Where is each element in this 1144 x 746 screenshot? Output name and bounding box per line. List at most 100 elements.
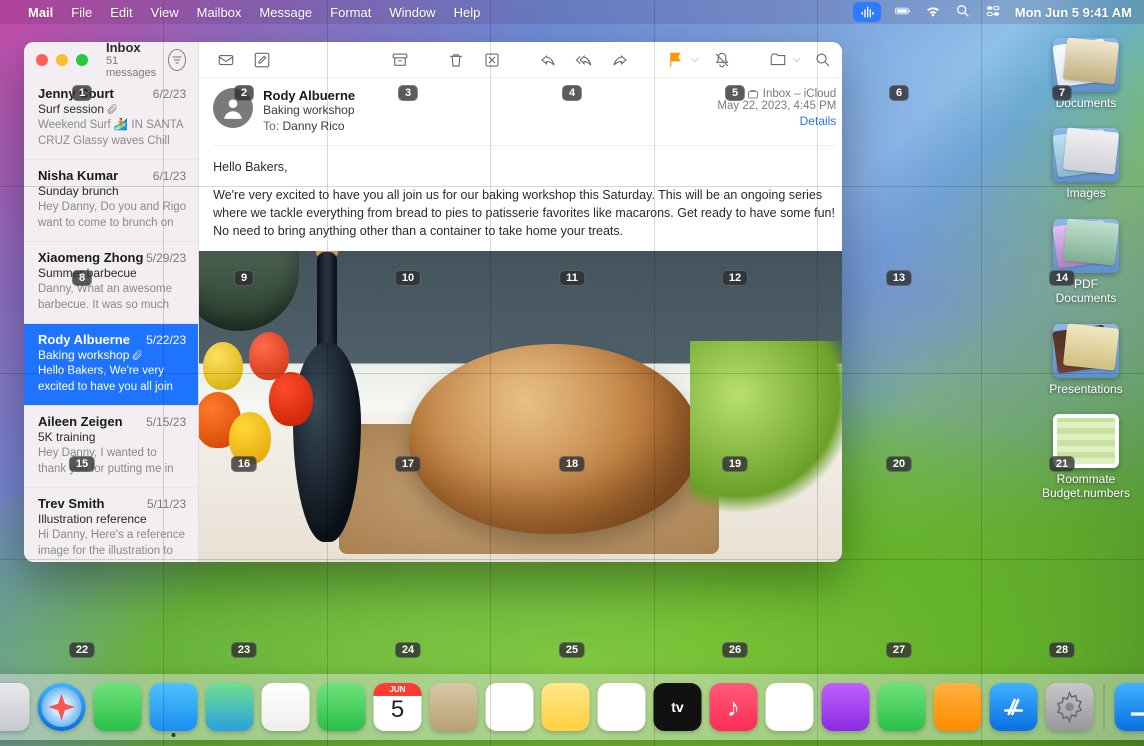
msg-date: 5/11/23 xyxy=(147,497,186,511)
window-close-button[interactable] xyxy=(36,54,48,66)
dock-contacts[interactable] xyxy=(430,683,478,731)
mailbox-title: Inbox xyxy=(106,42,160,55)
menu-window[interactable]: Window xyxy=(389,5,435,20)
attachment-icon xyxy=(131,349,143,361)
move-menu-chevron[interactable]: ⌵ xyxy=(793,54,801,65)
desktop-folder-documents[interactable]: Documents xyxy=(1042,38,1130,110)
dock-freeform[interactable] xyxy=(598,683,646,731)
mail-window: Inbox 51 messages Jenny Court6/2/23 Surf… xyxy=(24,42,842,562)
msg-subject: Baking workshop xyxy=(38,348,186,362)
menubar: Mail File Edit View Mailbox Message Form… xyxy=(0,0,1144,24)
app-menu[interactable]: Mail xyxy=(28,5,53,20)
reply-all-button[interactable] xyxy=(567,47,601,73)
msg-from: Rody Albuerne xyxy=(38,332,130,347)
desktop-file-budget[interactable]: Roommate Budget.numbers xyxy=(1042,414,1130,501)
flag-button[interactable] xyxy=(659,47,693,73)
dock-news[interactable] xyxy=(766,683,814,731)
delete-button[interactable] xyxy=(439,47,473,73)
body-text: We're very excited to have you all join … xyxy=(213,186,836,240)
msg-from: Trev Smith xyxy=(38,496,104,511)
move-button[interactable] xyxy=(761,47,795,73)
msg-from: Xiaomeng Zhong xyxy=(38,250,143,265)
message-attachment-image xyxy=(199,251,842,563)
msg-date: 5/15/23 xyxy=(146,415,186,429)
menubar-clock[interactable]: Mon Jun 5 9:41 AM xyxy=(1015,5,1132,20)
mute-button[interactable] xyxy=(705,47,739,73)
dock-maps[interactable] xyxy=(206,683,254,731)
dock-messages[interactable] xyxy=(94,683,142,731)
dock-tv[interactable]: tv xyxy=(654,683,702,731)
message-item[interactable]: Rody Albuerne 5/22/23 Baking workshop Hel… xyxy=(24,324,198,406)
mail-toolbar: ⌵ ⌵ xyxy=(199,42,842,78)
menu-help[interactable]: Help xyxy=(454,5,481,20)
msg-preview: Weekend Surf 🏄 IN SANTA CRUZ Glassy wave… xyxy=(38,118,186,149)
menu-file[interactable]: File xyxy=(71,5,92,20)
message-list[interactable]: Jenny Court6/2/23 Surf session Weekend S… xyxy=(24,78,198,562)
menu-view[interactable]: View xyxy=(151,5,179,20)
message-item[interactable]: Aileen Zeigen5/15/23 5K training Hey Dan… xyxy=(24,406,198,488)
mail-content: ⌵ ⌵ Rody Albuerne Baking workshop To: Da… xyxy=(199,42,842,562)
get-mail-button[interactable] xyxy=(209,47,243,73)
forward-button[interactable] xyxy=(603,47,637,73)
dock-facetime[interactable] xyxy=(318,683,366,731)
dock-pages[interactable] xyxy=(934,683,982,731)
compose-button[interactable] xyxy=(245,47,279,73)
desktop-folder-pdf[interactable]: PDF Documents xyxy=(1042,219,1130,306)
flag-menu-chevron[interactable]: ⌵ xyxy=(691,54,699,65)
voice-control-icon[interactable] xyxy=(853,2,881,22)
dock-music[interactable]: ♪ xyxy=(710,683,758,731)
msg-date: 6/1/23 xyxy=(153,169,186,183)
battery-icon[interactable] xyxy=(895,3,911,22)
msg-preview: Hey Danny, I wanted to thank you for put… xyxy=(38,446,186,477)
archive-button[interactable] xyxy=(383,47,417,73)
message-header: Rody Albuerne Baking workshop To: Danny … xyxy=(199,78,842,141)
search-button[interactable] xyxy=(806,47,840,73)
dock-photos[interactable] xyxy=(262,683,310,731)
message-item[interactable]: Xiaomeng Zhong5/29/23 Summer barbecue Da… xyxy=(24,242,198,324)
msg-preview: Hello Bakers, We're very excited to have… xyxy=(38,364,186,395)
menu-edit[interactable]: Edit xyxy=(110,5,132,20)
mail-sidebar: Inbox 51 messages Jenny Court6/2/23 Surf… xyxy=(24,42,199,562)
wifi-icon[interactable] xyxy=(925,3,941,22)
window-minimize-button[interactable] xyxy=(56,54,68,66)
mailbox-subtitle: 51 messages xyxy=(106,55,160,79)
msg-subject: 5K training xyxy=(38,430,186,444)
attachment-icon xyxy=(106,103,118,115)
dock-mail[interactable] xyxy=(150,683,198,731)
dock-downloads[interactable] xyxy=(1115,683,1144,731)
message-body: Hello Bakers, We're very excited to have… xyxy=(199,146,842,241)
desktop-icons: Documents Images PDF Documents Presentat… xyxy=(1042,38,1130,501)
desktop-folder-presentations[interactable]: Presentations xyxy=(1042,324,1130,396)
filter-button[interactable] xyxy=(168,49,186,71)
header-timestamp: May 22, 2023, 4:45 PM xyxy=(717,100,836,112)
msg-from: Nisha Kumar xyxy=(38,168,118,183)
window-zoom-button[interactable] xyxy=(76,54,88,66)
menu-message[interactable]: Message xyxy=(259,5,312,20)
dock-safari[interactable] xyxy=(38,683,86,731)
dock-podcasts[interactable] xyxy=(822,683,870,731)
message-item[interactable]: Jenny Court6/2/23 Surf session Weekend S… xyxy=(24,78,198,160)
dock-reminders[interactable] xyxy=(486,683,534,731)
dock-settings[interactable] xyxy=(1046,683,1094,731)
menu-format[interactable]: Format xyxy=(330,5,371,20)
menu-mailbox[interactable]: Mailbox xyxy=(197,5,242,20)
dock: JUN5 tv♪ xyxy=(0,674,1144,740)
control-center-icon[interactable] xyxy=(985,3,1001,22)
dock-notes[interactable] xyxy=(542,683,590,731)
dock-separator xyxy=(1104,684,1105,730)
dock-calendar[interactable]: JUN5 xyxy=(374,683,422,731)
desktop-folder-images[interactable]: Images xyxy=(1042,128,1130,200)
msg-subject: Summer barbecue xyxy=(38,266,186,280)
dock-numbers[interactable] xyxy=(878,683,926,731)
dock-launchpad[interactable] xyxy=(0,683,30,731)
junk-button[interactable] xyxy=(475,47,509,73)
details-link[interactable]: Details xyxy=(717,114,836,128)
msg-from: Jenny Court xyxy=(38,86,114,101)
message-item[interactable]: Trev Smith5/11/23 Illustration reference… xyxy=(24,488,198,562)
msg-date: 5/22/23 xyxy=(146,333,186,347)
spotlight-icon[interactable] xyxy=(955,3,971,22)
reply-button[interactable] xyxy=(531,47,565,73)
message-item[interactable]: Nisha Kumar6/1/23 Sunday brunch Hey Dann… xyxy=(24,160,198,242)
msg-date: 6/2/23 xyxy=(153,87,186,101)
dock-appstore[interactable] xyxy=(990,683,1038,731)
